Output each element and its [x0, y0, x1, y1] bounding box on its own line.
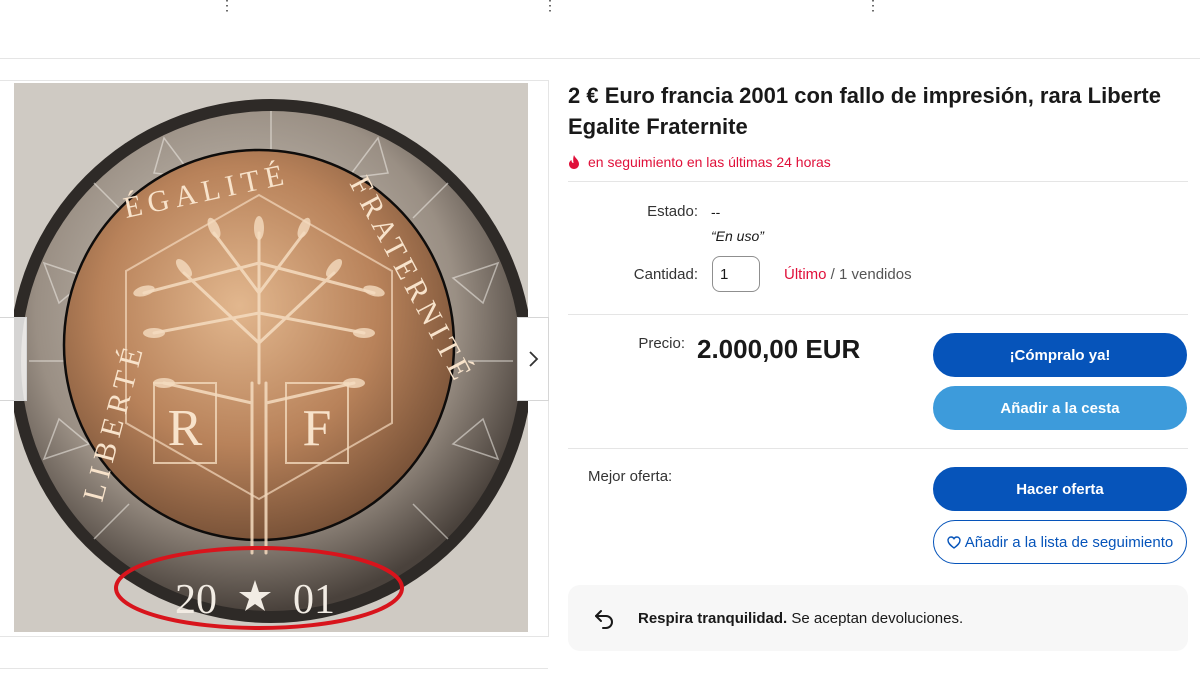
watch-indicator: en seguimiento en las últimas 24 horas [568, 154, 1188, 170]
flame-icon [569, 155, 579, 169]
coin-year-left: 20 [175, 577, 217, 623]
returns-text: Respira tranquilidad. Se aceptan devoluc… [638, 610, 963, 627]
divider [0, 668, 548, 669]
divider [568, 448, 1188, 449]
condition-label: Estado: [647, 203, 698, 220]
listing-details: 2 € Euro francia 2001 con fallo de impre… [568, 80, 1188, 651]
returns-detail: Se aceptan devoluciones. [787, 609, 964, 627]
image-gallery: R F LIBERTÉ ÉGALITÉ FRATERNITÉ 20 01 [0, 80, 549, 637]
coin-illustration: R F LIBERTÉ ÉGALITÉ FRATERNITÉ 20 01 [14, 83, 528, 632]
return-arrow-icon [595, 610, 614, 629]
returns-bold: Respira tranquilidad. [638, 609, 788, 627]
next-image-button[interactable] [517, 317, 549, 401]
chevron-right-icon [529, 351, 539, 367]
coin-letter-f: F [303, 400, 332, 457]
quantity-label: Cantidad: [633, 266, 698, 283]
add-to-cart-button[interactable]: Añadir a la cesta [933, 386, 1187, 430]
condition-value: -- [711, 204, 721, 220]
kebab-icon[interactable]: ⋮ [220, 0, 234, 12]
best-offer-label: Mejor oferta: [588, 468, 673, 485]
divider [568, 181, 1188, 182]
price-label: Precio: [638, 335, 685, 352]
top-bar: ⋮ ⋮ ⋮ [0, 0, 1200, 59]
quantity-input[interactable] [712, 256, 760, 292]
listing-title: 2 € Euro francia 2001 con fallo de impre… [568, 83, 1161, 139]
coin-letter-r: R [168, 400, 203, 457]
watch-text: en seguimiento en las últimas 24 horas [588, 154, 831, 170]
watchlist-label: Añadir a la lista de seguimiento [964, 533, 1174, 551]
coin-year-right: 01 [293, 577, 335, 623]
make-offer-button[interactable]: Hacer oferta [933, 467, 1187, 511]
sold-count: / 1 vendidos [826, 266, 912, 283]
buy-now-button[interactable]: ¡Cómpralo ya! [933, 333, 1187, 377]
price-value: 2.000,00 EUR [697, 334, 861, 364]
kebab-icon[interactable]: ⋮ [866, 0, 880, 12]
coin-photo[interactable]: R F LIBERTÉ ÉGALITÉ FRATERNITÉ 20 01 [14, 83, 528, 632]
last-item-label: Último [784, 266, 827, 283]
heart-icon [947, 535, 961, 549]
returns-banner: Respira tranquilidad. Se aceptan devoluc… [568, 585, 1188, 651]
add-to-watchlist-button[interactable]: Añadir a la lista de seguimiento [933, 520, 1187, 564]
kebab-icon[interactable]: ⋮ [543, 0, 557, 12]
divider [568, 314, 1188, 315]
condition-note: “En uso” [711, 228, 764, 244]
availability: Último / 1 vendidos [784, 266, 912, 283]
prev-image-arrow[interactable] [0, 317, 27, 401]
